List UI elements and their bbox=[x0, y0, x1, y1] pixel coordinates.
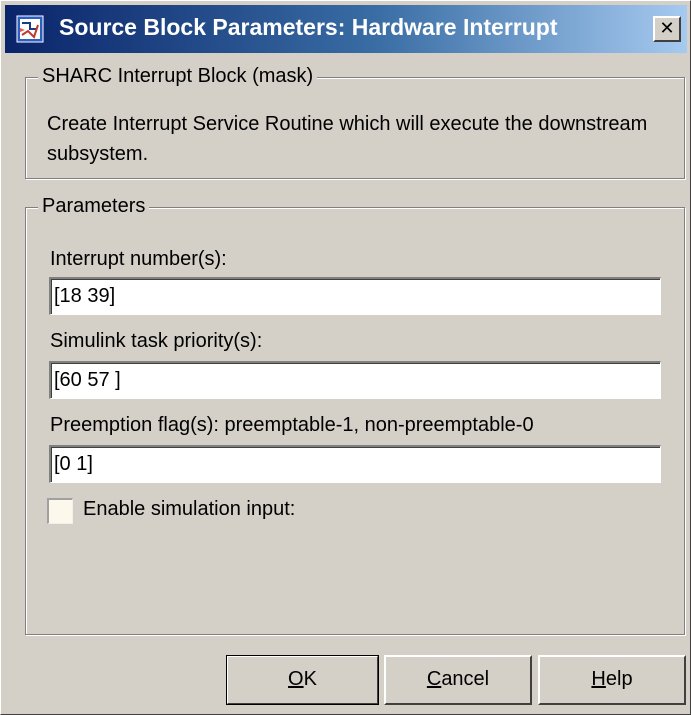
cancel-mnemonic: C bbox=[426, 668, 442, 690]
cancel-label-rest: ancel bbox=[441, 668, 490, 690]
ok-button[interactable]: OK bbox=[226, 655, 379, 705]
mask-group-legend: SHARC Interrupt Block (mask) bbox=[38, 65, 318, 88]
close-button[interactable]: ✕ bbox=[653, 16, 681, 42]
block-parameters-dialog: Source Block Parameters: Hardware Interr… bbox=[0, 0, 691, 715]
cancel-button[interactable]: Cancel bbox=[384, 655, 532, 705]
task-priority-label: Simulink task priority(s): bbox=[50, 330, 263, 352]
mask-description-text: Create Interrupt Service Routine which w… bbox=[47, 113, 648, 165]
parameters-group-legend: Parameters bbox=[38, 195, 150, 218]
preemption-flag-input[interactable] bbox=[49, 445, 661, 483]
interrupt-number-label: Interrupt number(s): bbox=[50, 248, 227, 270]
simulink-block-icon bbox=[16, 15, 44, 43]
ok-mnemonic: O bbox=[288, 668, 304, 690]
help-label-rest: elp bbox=[605, 668, 633, 690]
preemption-flag-label: Preemption flag(s): preemptable-1, non-p… bbox=[50, 414, 534, 436]
interrupt-number-input[interactable] bbox=[49, 277, 661, 315]
help-button[interactable]: Help bbox=[538, 655, 686, 705]
enable-simulation-input-label[interactable]: Enable simulation input: bbox=[83, 498, 295, 521]
help-mnemonic: H bbox=[591, 668, 606, 690]
window-title: Source Block Parameters: Hardware Interr… bbox=[59, 14, 558, 40]
parameters-group: Parameters Interrupt number(s): Simulink… bbox=[25, 195, 685, 635]
close-icon: ✕ bbox=[659, 18, 675, 39]
title-bar[interactable]: Source Block Parameters: Hardware Interr… bbox=[5, 5, 687, 53]
ok-label-rest: K bbox=[303, 668, 317, 690]
task-priority-input[interactable] bbox=[49, 361, 661, 399]
enable-simulation-input-checkbox[interactable] bbox=[47, 498, 73, 524]
